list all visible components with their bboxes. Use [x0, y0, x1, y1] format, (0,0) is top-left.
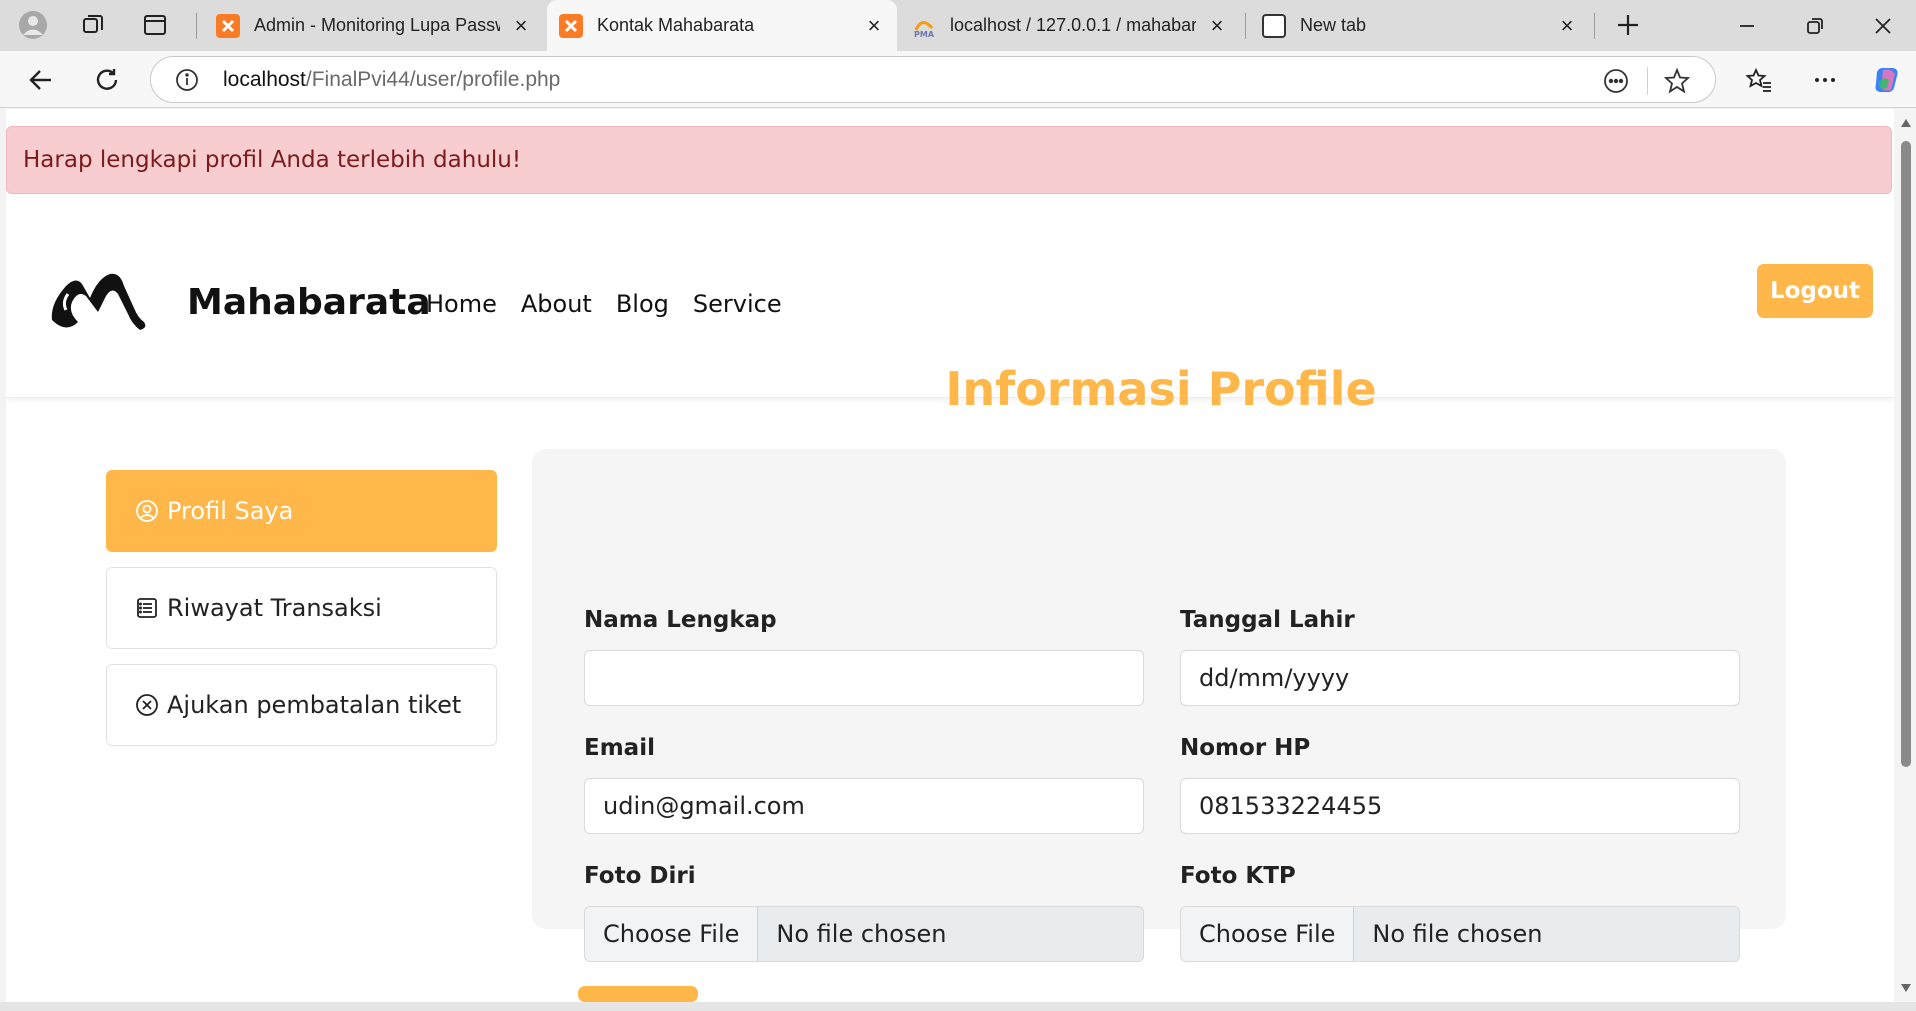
email-input[interactable]: udin@gmail.com: [584, 778, 1144, 834]
browser-toolbar: localhost/FinalPvi44/user/profile.php: [0, 51, 1916, 108]
new-tab-plus-icon[interactable]: [1611, 8, 1645, 42]
tanggal-lahir-input[interactable]: dd/mm/yyyy: [1180, 650, 1740, 706]
tab-admin-monitoring[interactable]: Admin - Monitoring Lupa Password ×: [204, 0, 544, 51]
xampp-icon: [216, 13, 240, 38]
svg-text:PMA: PMA: [914, 30, 935, 38]
label-foto-ktp: Foto KTP: [1180, 863, 1296, 889]
back-icon[interactable]: [22, 61, 60, 99]
nama-lengkap-input[interactable]: [584, 650, 1144, 706]
more-menu-icon[interactable]: [1806, 61, 1844, 99]
tab-phpmyadmin[interactable]: PMA localhost / 127.0.0.1 / mahabarata ×: [900, 0, 1240, 51]
profile-avatar-icon[interactable]: [16, 8, 50, 42]
choose-file-button[interactable]: Choose File: [585, 907, 759, 961]
receipt-icon: [135, 596, 159, 620]
favorites-icon[interactable]: [1740, 61, 1778, 99]
url-path: /FinalPvi44/user/profile.php: [305, 68, 561, 91]
main-nav: Home About Blog Service: [426, 290, 782, 318]
close-tab-icon[interactable]: ×: [1556, 13, 1578, 38]
page-scrollbar[interactable]: [1894, 109, 1916, 1002]
tab-new-tab[interactable]: New tab ×: [1250, 0, 1590, 51]
scroll-down-arrow-icon[interactable]: [1899, 982, 1913, 994]
reload-icon[interactable]: [88, 61, 126, 99]
restore-icon[interactable]: [1782, 0, 1848, 51]
mahabarata-logo[interactable]: [48, 264, 154, 338]
vertical-tabs-icon[interactable]: [138, 8, 172, 42]
address-bar[interactable]: localhost/FinalPvi44/user/profile.php: [150, 56, 1716, 103]
page-title: Informasi Profile: [945, 362, 1377, 416]
tab-title: New tab: [1300, 15, 1367, 35]
scroll-up-arrow-icon[interactable]: [1899, 117, 1913, 129]
label-nama-lengkap: Nama Lengkap: [584, 607, 777, 633]
tab-title: Kontak Mahabarata: [597, 15, 755, 35]
close-tab-icon[interactable]: ×: [510, 13, 532, 38]
foto-diri-file-input[interactable]: Choose File No file chosen: [584, 906, 1144, 962]
choose-file-button[interactable]: Choose File: [1181, 907, 1355, 961]
browser-tab-strip: Admin - Monitoring Lupa Password × Konta…: [0, 0, 1916, 51]
tab-title: localhost / 127.0.0.1 / mahabarata: [950, 15, 1196, 35]
x-circle-icon: [135, 693, 159, 717]
reader-mode-icon[interactable]: [1603, 68, 1629, 98]
xampp-icon: [559, 13, 583, 38]
sidebar-item-label: Ajukan pembatalan tiket: [167, 691, 462, 719]
tab-title: Admin - Monitoring Lupa Password: [254, 15, 500, 35]
label-nomor-hp: Nomor HP: [1180, 735, 1311, 761]
logout-button[interactable]: Logout: [1757, 264, 1873, 318]
nav-home[interactable]: Home: [426, 290, 497, 318]
nomor-hp-input[interactable]: 081533224455: [1180, 778, 1740, 834]
file-status: No file chosen: [1372, 920, 1543, 948]
sidebar-item-ajukan-pembatalan[interactable]: Ajukan pembatalan tiket: [106, 664, 497, 746]
alert-banner: Harap lengkapi profil Anda terlebih dahu…: [6, 126, 1892, 194]
sidebar-item-label: Profil Saya: [167, 497, 294, 525]
tab-kontak-mahabarata[interactable]: Kontak Mahabarata ×: [547, 0, 897, 51]
close-window-icon[interactable]: [1850, 0, 1916, 51]
favorite-star-icon[interactable]: [1663, 67, 1691, 99]
copilot-icon[interactable]: [1868, 61, 1906, 99]
file-status: No file chosen: [776, 920, 947, 948]
nav-about[interactable]: About: [521, 290, 592, 318]
label-email: Email: [584, 735, 655, 761]
workspaces-icon[interactable]: [76, 8, 110, 42]
label-foto-diri: Foto Diri: [584, 863, 696, 889]
submit-button[interactable]: [578, 986, 698, 1002]
site-info-icon[interactable]: [175, 68, 199, 96]
brand-name[interactable]: Mahabarata: [187, 282, 431, 323]
minimize-icon[interactable]: [1714, 0, 1780, 51]
new-tab-icon: [1262, 13, 1286, 38]
window-bottom-edge: [0, 1002, 1916, 1011]
url-host: localhost: [223, 68, 306, 91]
sidebar-item-riwayat-transaksi[interactable]: Riwayat Transaksi: [106, 567, 497, 649]
nav-blog[interactable]: Blog: [616, 290, 669, 318]
phpmyadmin-icon: PMA: [912, 14, 936, 38]
nav-service[interactable]: Service: [693, 290, 782, 318]
close-tab-icon[interactable]: ×: [863, 13, 885, 38]
foto-ktp-file-input[interactable]: Choose File No file chosen: [1180, 906, 1740, 962]
url-text: localhost/FinalPvi44/user/profile.php: [223, 68, 560, 92]
close-tab-icon[interactable]: ×: [1206, 13, 1228, 38]
sidebar-item-label: Riwayat Transaksi: [167, 594, 382, 622]
label-tanggal-lahir: Tanggal Lahir: [1180, 607, 1355, 633]
sidebar-item-profil-saya[interactable]: Profil Saya: [106, 470, 497, 552]
scrollbar-thumb[interactable]: [1901, 141, 1911, 767]
user-circle-icon: [135, 499, 159, 523]
